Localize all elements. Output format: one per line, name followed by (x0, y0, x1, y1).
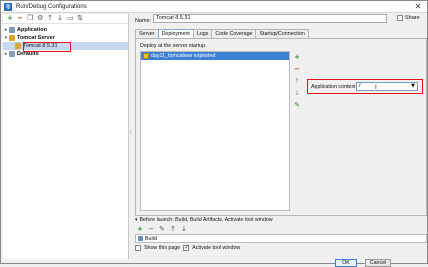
add-icon[interactable]: + (294, 53, 300, 61)
deployment-panel: Deploy at the server startup day11_tomca… (135, 38, 427, 216)
remove-icon[interactable]: − (148, 226, 154, 233)
add-icon[interactable]: + (7, 15, 13, 22)
remove-icon[interactable]: − (17, 15, 23, 22)
show-page-label: Show this page (144, 245, 181, 251)
edit-icon[interactable]: ✎ (294, 101, 300, 109)
chevron-down-icon[interactable]: ▾ (135, 217, 138, 223)
move-up-icon[interactable]: ↑ (170, 226, 176, 233)
tab-logs[interactable]: Logs (192, 29, 213, 38)
before-launch-list: Build (135, 234, 427, 243)
tomcat-icon (15, 43, 21, 49)
before-launch-header[interactable]: ▾ Before launch: Build, Build Artifacts,… (135, 217, 273, 223)
pane-splitter-handle[interactable]: ⁞ (130, 131, 132, 137)
share-checkbox[interactable] (397, 15, 403, 21)
application-context-value: / (359, 83, 361, 89)
before-launch-toolbar: + − ✎ ↑ ↓ (137, 226, 187, 233)
tree-item-label: Application (17, 27, 47, 33)
deploy-side-toolbar: + − ↑ ↓ ✎ (293, 53, 301, 109)
tomcat-instance-highlight (23, 42, 71, 52)
folder-icon[interactable]: ▭ (67, 15, 74, 22)
copy-icon[interactable]: ❐ (27, 15, 33, 22)
intellij-logo-icon: IJ (4, 2, 12, 11)
dialog-footer: OK Cancel (135, 259, 427, 267)
chevron-down-icon[interactable]: ▼ (411, 83, 415, 90)
move-down-icon[interactable]: ↓ (57, 15, 63, 22)
tab-deployment[interactable]: Deployment (157, 29, 194, 38)
title-bar: IJ Run/Debug Configurations ✕ (1, 1, 427, 13)
before-launch-label: Before launch: Build, Build Artifacts, A… (139, 217, 273, 223)
remove-icon[interactable]: − (294, 65, 300, 73)
name-field[interactable]: Tomcat 8.5.31 (153, 14, 387, 23)
ok-button[interactable]: OK (335, 259, 357, 267)
config-details-pane: Name: Tomcat 8.5.31 Share Server Deploym… (135, 14, 427, 259)
bottom-options: Show this page Activate tool window (135, 244, 241, 251)
sort-icon[interactable]: ⇅ (77, 15, 83, 22)
run-debug-dialog: IJ Run/Debug Configurations ✕ + − ❐ ⚙ ↑ … (0, 0, 428, 267)
share-label: Share (405, 15, 420, 21)
application-context-label: Application context: (311, 84, 357, 90)
close-icon[interactable]: ✕ (413, 2, 423, 12)
add-icon[interactable]: + (137, 226, 143, 233)
move-down-icon[interactable]: ↓ (181, 226, 187, 233)
list-item[interactable]: day11_tomcatwar exploded (141, 52, 289, 60)
application-context-highlight: Application context: / Ι ▼ (307, 79, 423, 94)
list-item[interactable]: Build (145, 236, 157, 242)
tree-item-label: Tomcat Server (17, 35, 55, 41)
deploy-list: day11_tomcatwar exploded (140, 51, 290, 211)
tree-item-tomcat-server[interactable]: ▾ Tomcat Server (3, 34, 128, 42)
move-up-icon[interactable]: ↑ (47, 15, 53, 22)
deploy-header: Deploy at the server startup (140, 43, 206, 49)
tab-code-coverage[interactable]: Code Coverage (211, 29, 257, 38)
tab-server[interactable]: Server (135, 29, 159, 38)
tomcat-icon (9, 35, 15, 41)
name-label: Name: (135, 17, 152, 24)
configurations-pane: + − ❐ ⚙ ↑ ↓ ▭ ⇅ ▸ Application ▾ Tomcat S… (3, 14, 129, 259)
cancel-button[interactable]: Cancel (365, 259, 391, 267)
application-icon (9, 27, 15, 33)
config-tabs: Server Deployment Logs Code Coverage Sta… (135, 29, 309, 38)
activate-tool-window-checkbox[interactable] (183, 244, 189, 251)
config-tree: ▸ Application ▾ Tomcat Server Tomcat 8.5… (3, 24, 128, 58)
tab-startup-connection[interactable]: Startup/Connection (255, 29, 309, 38)
activate-tool-window-label: Activate tool window (192, 245, 241, 251)
move-down-icon[interactable]: ↓ (294, 89, 300, 97)
move-up-icon[interactable]: ↑ (294, 77, 300, 85)
share-option[interactable]: Share (397, 15, 420, 21)
artifact-icon (143, 53, 149, 59)
show-page-checkbox[interactable] (135, 245, 141, 251)
build-icon (138, 236, 143, 241)
application-context-select[interactable]: / Ι ▼ (356, 82, 418, 91)
edit-icon[interactable]: ✎ (159, 226, 165, 233)
text-cursor-icon: Ι (375, 84, 377, 91)
deploy-item-label: day11_tomcatwar exploded (151, 53, 216, 59)
window-title: Run/Debug Configurations (16, 3, 87, 10)
defaults-icon (9, 51, 15, 57)
left-toolbar: + − ❐ ⚙ ↑ ↓ ▭ ⇅ (3, 14, 128, 24)
settings-icon[interactable]: ⚙ (37, 15, 43, 22)
name-row: Name: (135, 16, 151, 25)
tree-item-application[interactable]: ▸ Application (3, 26, 128, 34)
